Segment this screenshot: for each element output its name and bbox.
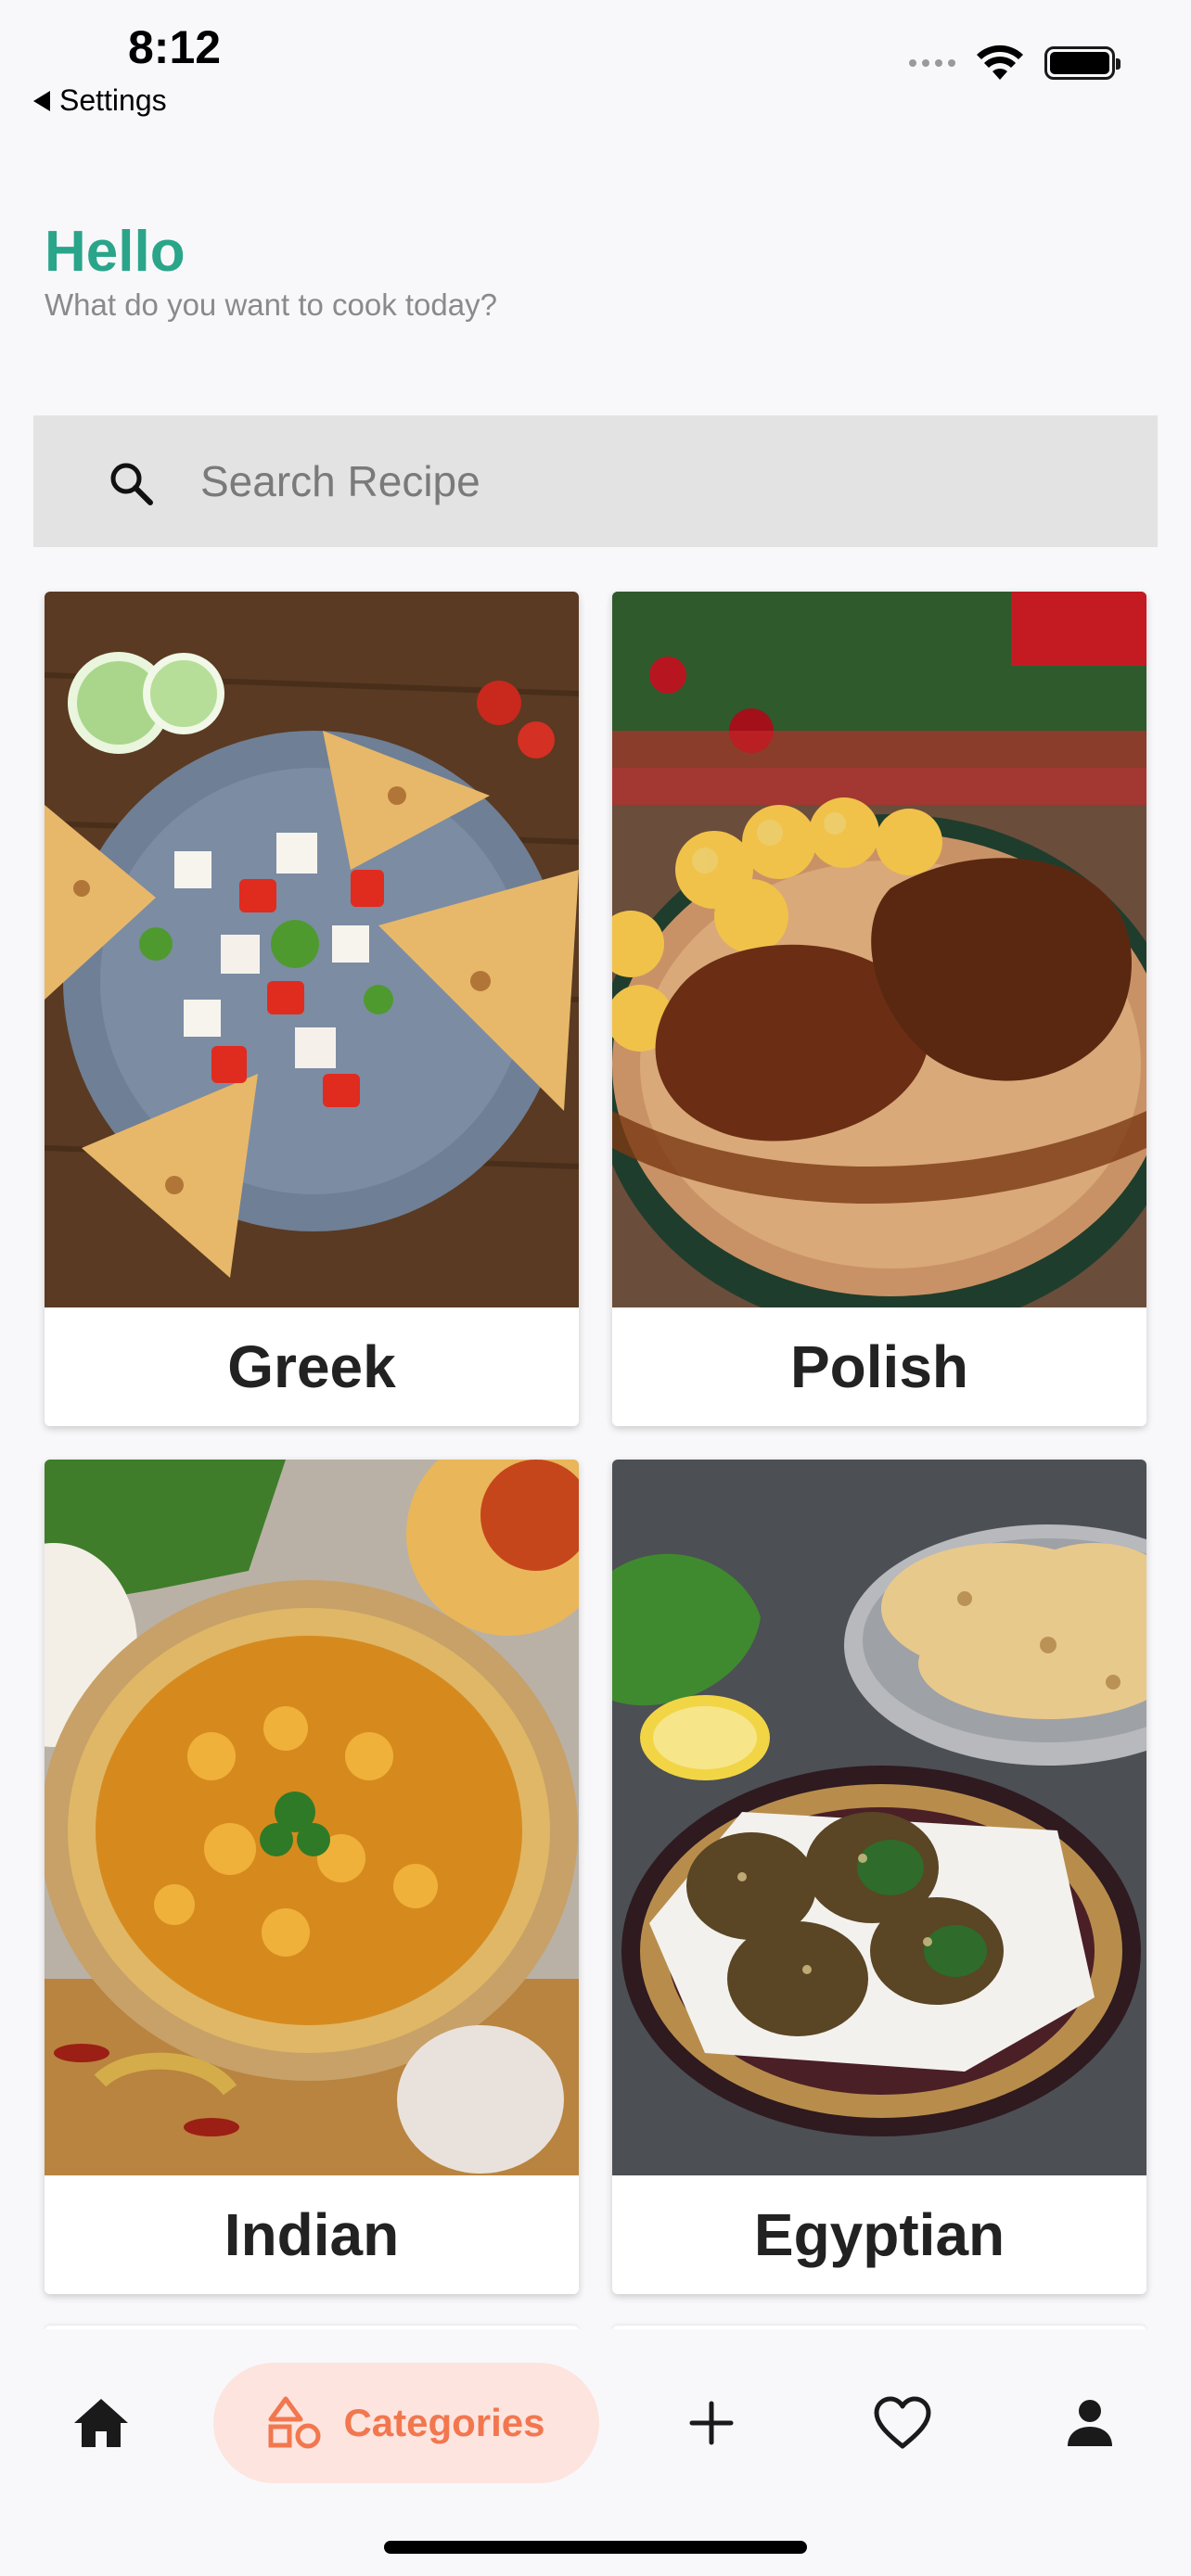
egyptian-food-image <box>612 1460 1146 2175</box>
search-input[interactable] <box>169 415 1096 547</box>
search-icon <box>110 463 153 505</box>
nav-categories-button[interactable]: Categories <box>213 2363 599 2483</box>
category-grid: Greek Polish Indian Egyptian <box>45 592 1146 2294</box>
cellular-signal-icon <box>909 59 955 67</box>
shapes-icon <box>268 2396 321 2449</box>
status-indicators <box>909 45 1121 82</box>
person-icon <box>1068 2400 1112 2446</box>
category-card-egyptian[interactable]: Egyptian <box>612 1460 1146 2294</box>
status-time: 8:12 <box>128 21 222 73</box>
home-indicator <box>384 2541 807 2554</box>
heart-icon <box>874 2396 931 2449</box>
back-to-settings-link[interactable]: Settings <box>33 83 167 118</box>
back-arrow-icon <box>33 90 50 111</box>
category-label: Polish <box>789 1333 969 1400</box>
plus-icon <box>689 2401 734 2445</box>
category-card-indian[interactable]: Indian <box>45 1460 579 2294</box>
search-bar[interactable] <box>33 415 1158 547</box>
back-link-label: Settings <box>59 83 167 117</box>
indian-food-image <box>45 1460 579 2175</box>
battery-icon <box>1044 46 1121 80</box>
home-icon <box>74 2399 128 2447</box>
category-card-polish[interactable]: Polish <box>612 592 1146 1426</box>
category-card-greek[interactable]: Greek <box>45 592 579 1426</box>
nav-home-button[interactable] <box>56 2363 147 2483</box>
bottom-navigation: Categories <box>0 2329 1191 2576</box>
nav-categories-label: Categories <box>343 2401 545 2444</box>
category-label: Indian <box>224 2201 400 2268</box>
nav-favorites-button[interactable] <box>859 2363 946 2483</box>
nav-add-button[interactable] <box>668 2363 755 2483</box>
greeting-title: Hello <box>45 220 186 284</box>
polish-food-image <box>612 592 1146 1307</box>
wifi-icon <box>977 45 1023 80</box>
category-label: Egyptian <box>753 2201 1005 2268</box>
nav-profile-button[interactable] <box>1046 2363 1133 2483</box>
category-label: Greek <box>227 1333 396 1400</box>
greek-food-image <box>45 592 579 1307</box>
greeting-subtitle: What do you want to cook today? <box>45 287 497 322</box>
